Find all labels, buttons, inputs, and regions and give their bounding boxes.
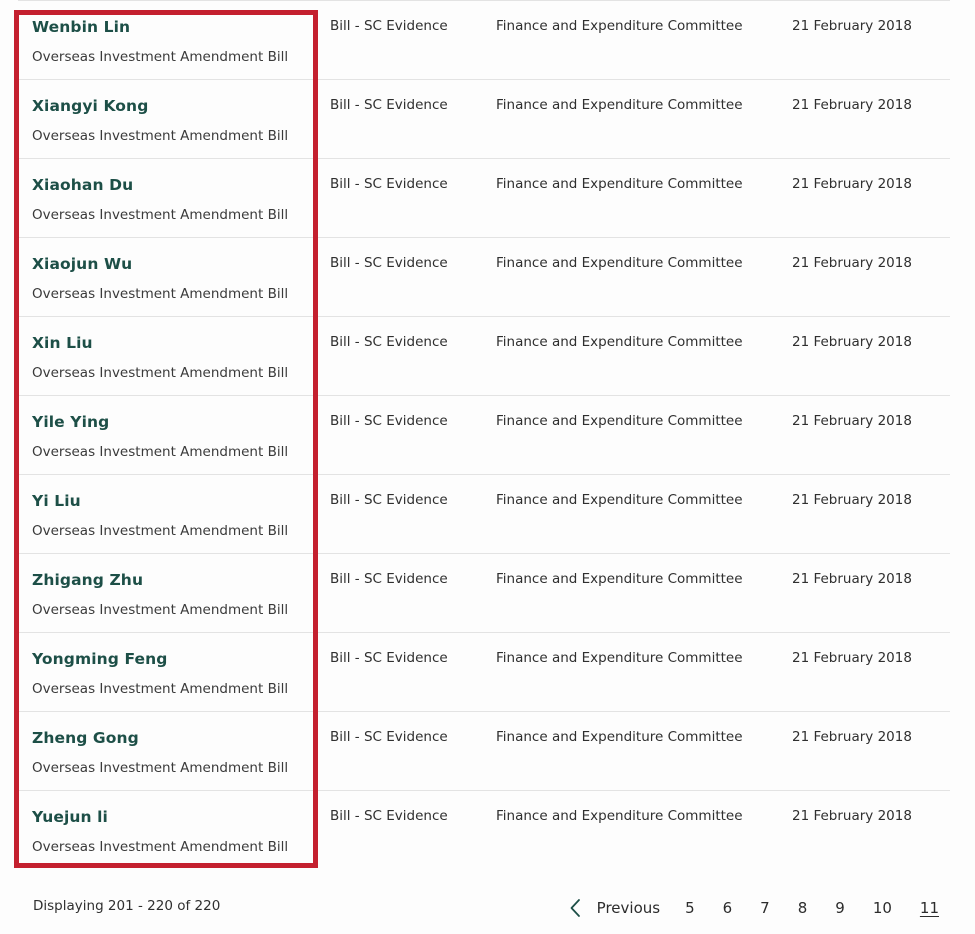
result-committee-cell: Finance and Expenditure Committee: [496, 492, 743, 508]
result-name-cell: Yile Ying Overseas Investment Amendment B…: [0, 412, 330, 461]
result-committee-cell: Finance and Expenditure Committee: [496, 729, 743, 745]
result-subtitle: Overseas Investment Amendment Bill: [32, 839, 289, 855]
result-date-cell: 21 February 2018: [792, 492, 912, 508]
pagination-page-6[interactable]: 6: [709, 899, 747, 917]
pagination-previous[interactable]: Previous: [589, 899, 671, 917]
pagination-page-8[interactable]: 8: [784, 899, 822, 917]
result-type-cell: Bill - SC Evidence: [330, 18, 448, 34]
result-name-cell: Xiaohan Du Overseas Investment Amendment …: [0, 175, 330, 224]
result-subtitle: Overseas Investment Amendment Bill: [32, 128, 289, 144]
table-row: Wenbin Lin Overseas Investment Amendment …: [0, 1, 975, 79]
submitter-link[interactable]: Yuejun li: [32, 808, 108, 826]
table-row: Xiangyi Kong Overseas Investment Amendmen…: [0, 80, 975, 158]
chevron-left-icon[interactable]: [563, 893, 589, 923]
pagination-page-5[interactable]: 5: [671, 899, 709, 917]
results-table: Wenbin Lin Overseas Investment Amendment …: [0, 0, 975, 869]
result-name-cell: Xiaojun Wu Overseas Investment Amendment …: [0, 254, 330, 303]
result-type-cell: Bill - SC Evidence: [330, 571, 448, 587]
table-row: Zhigang Zhu Overseas Investment Amendment…: [0, 554, 975, 632]
result-type-cell: Bill - SC Evidence: [330, 413, 448, 429]
displaying-count: Displaying 201 - 220 of 220: [33, 898, 221, 914]
pagination-page-9[interactable]: 9: [821, 899, 859, 917]
result-date-cell: 21 February 2018: [792, 97, 912, 113]
submitter-link[interactable]: Yi Liu: [32, 492, 81, 510]
result-type-cell: Bill - SC Evidence: [330, 255, 448, 271]
result-committee-cell: Finance and Expenditure Committee: [496, 334, 743, 350]
result-committee-cell: Finance and Expenditure Committee: [496, 571, 743, 587]
result-subtitle: Overseas Investment Amendment Bill: [32, 681, 289, 697]
result-date-cell: 21 February 2018: [792, 18, 912, 34]
result-committee-cell: Finance and Expenditure Committee: [496, 808, 743, 824]
result-date-cell: 21 February 2018: [792, 571, 912, 587]
result-name-cell: Zheng Gong Overseas Investment Amendment …: [0, 728, 330, 777]
result-type-cell: Bill - SC Evidence: [330, 176, 448, 192]
result-subtitle: Overseas Investment Amendment Bill: [32, 444, 289, 460]
table-row: Xin Liu Overseas Investment Amendment Bil…: [0, 317, 975, 395]
submitter-link[interactable]: Zhigang Zhu: [32, 571, 143, 589]
result-date-cell: 21 February 2018: [792, 413, 912, 429]
result-subtitle: Overseas Investment Amendment Bill: [32, 523, 289, 539]
result-subtitle: Overseas Investment Amendment Bill: [32, 760, 289, 776]
result-type-cell: Bill - SC Evidence: [330, 729, 448, 745]
result-date-cell: 21 February 2018: [792, 334, 912, 350]
result-date-cell: 21 February 2018: [792, 808, 912, 824]
submitter-link[interactable]: Xin Liu: [32, 334, 93, 352]
result-subtitle: Overseas Investment Amendment Bill: [32, 602, 289, 618]
result-name-cell: Yi Liu Overseas Investment Amendment Bill: [0, 491, 330, 540]
pagination: Previous 5 6 7 8 9 10 11: [563, 893, 953, 923]
submitter-link[interactable]: Zheng Gong: [32, 729, 139, 747]
result-type-cell: Bill - SC Evidence: [330, 97, 448, 113]
pagination-page-10[interactable]: 10: [859, 899, 906, 917]
result-committee-cell: Finance and Expenditure Committee: [496, 97, 743, 113]
result-committee-cell: Finance and Expenditure Committee: [496, 176, 743, 192]
result-committee-cell: Finance and Expenditure Committee: [496, 18, 743, 34]
result-date-cell: 21 February 2018: [792, 650, 912, 666]
result-subtitle: Overseas Investment Amendment Bill: [32, 286, 289, 302]
submitter-link[interactable]: Xiaojun Wu: [32, 255, 132, 273]
result-date-cell: 21 February 2018: [792, 176, 912, 192]
search-results-page: Wenbin Lin Overseas Investment Amendment …: [0, 0, 975, 934]
result-committee-cell: Finance and Expenditure Committee: [496, 255, 743, 271]
table-row: Yile Ying Overseas Investment Amendment B…: [0, 396, 975, 474]
pagination-numbers: 5 6 7 8 9 10 11: [671, 899, 953, 917]
table-row: Xiaohan Du Overseas Investment Amendment …: [0, 159, 975, 237]
result-name-cell: Wenbin Lin Overseas Investment Amendment …: [0, 17, 330, 66]
result-subtitle: Overseas Investment Amendment Bill: [32, 365, 289, 381]
table-row: Yi Liu Overseas Investment Amendment Bill…: [0, 475, 975, 553]
result-committee-cell: Finance and Expenditure Committee: [496, 413, 743, 429]
result-committee-cell: Finance and Expenditure Committee: [496, 650, 743, 666]
result-name-cell: Yongming Feng Overseas Investment Amendme…: [0, 649, 330, 698]
table-row: Yongming Feng Overseas Investment Amendme…: [0, 633, 975, 711]
result-date-cell: 21 February 2018: [792, 255, 912, 271]
result-name-cell: Yuejun li Overseas Investment Amendment B…: [0, 807, 330, 856]
result-name-cell: Zhigang Zhu Overseas Investment Amendment…: [0, 570, 330, 619]
result-date-cell: 21 February 2018: [792, 729, 912, 745]
submitter-link[interactable]: Yongming Feng: [32, 650, 167, 668]
table-row: Xiaojun Wu Overseas Investment Amendment …: [0, 238, 975, 316]
result-type-cell: Bill - SC Evidence: [330, 492, 448, 508]
result-subtitle: Overseas Investment Amendment Bill: [32, 207, 289, 223]
result-name-cell: Xiangyi Kong Overseas Investment Amendmen…: [0, 96, 330, 145]
pagination-page-7[interactable]: 7: [746, 899, 784, 917]
result-type-cell: Bill - SC Evidence: [330, 650, 448, 666]
result-type-cell: Bill - SC Evidence: [330, 808, 448, 824]
submitter-link[interactable]: Xiaohan Du: [32, 176, 133, 194]
result-type-cell: Bill - SC Evidence: [330, 334, 448, 350]
result-subtitle: Overseas Investment Amendment Bill: [32, 49, 289, 65]
submitter-link[interactable]: Yile Ying: [32, 413, 109, 431]
pagination-page-11[interactable]: 11: [906, 899, 953, 917]
results-footer: Displaying 201 - 220 of 220 Previous 567…: [0, 886, 975, 934]
submitter-link[interactable]: Wenbin Lin: [32, 18, 130, 36]
table-row: Zheng Gong Overseas Investment Amendment …: [0, 712, 975, 790]
submitter-link[interactable]: Xiangyi Kong: [32, 97, 148, 115]
result-name-cell: Xin Liu Overseas Investment Amendment Bil…: [0, 333, 330, 382]
table-row: Yuejun li Overseas Investment Amendment B…: [0, 791, 975, 869]
